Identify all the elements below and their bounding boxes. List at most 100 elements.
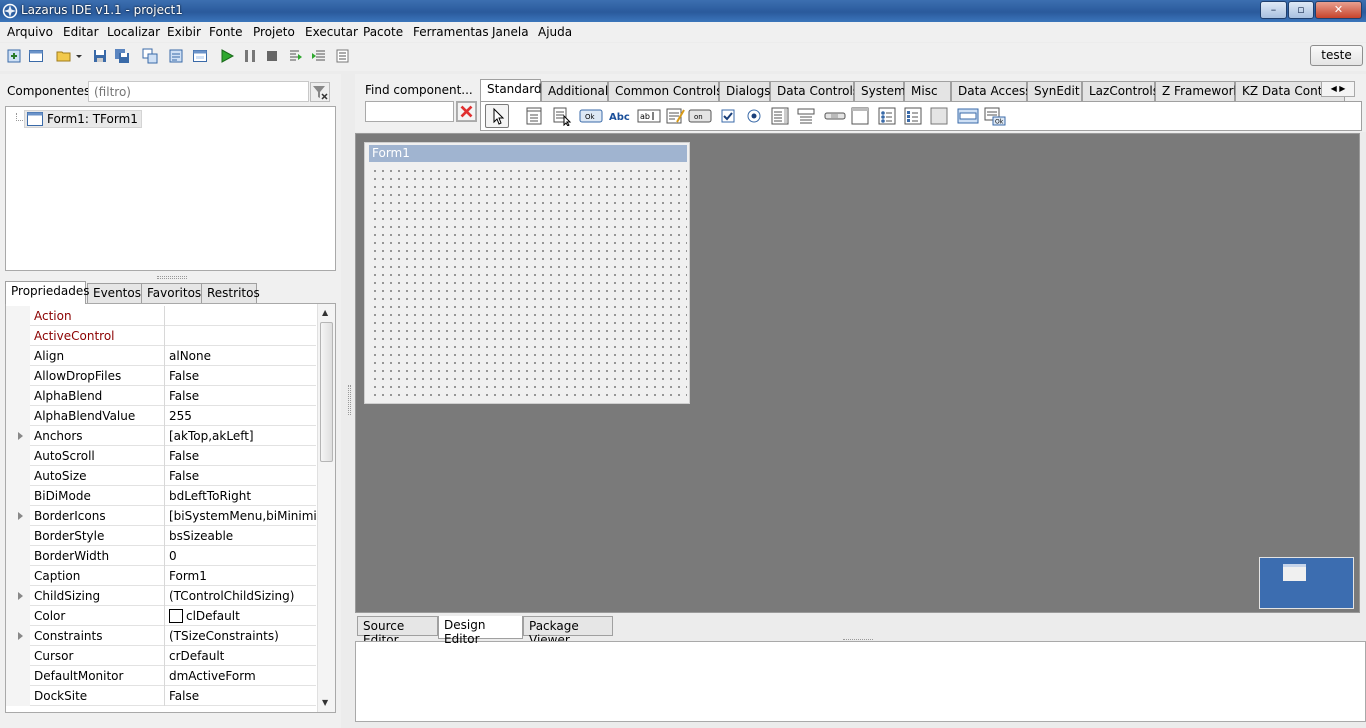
tradiogroup-icon[interactable]: [877, 106, 897, 126]
tactionlist-icon[interactable]: Ok: [983, 106, 1007, 126]
tab-propriedades[interactable]: Propriedades: [5, 281, 90, 304]
property-row[interactable]: BorderIcons[biSystemMenu,biMinimize,: [6, 506, 316, 526]
tcheckgroup-icon[interactable]: [903, 106, 923, 126]
tmainmenu-icon[interactable]: [525, 106, 545, 126]
view-units-icon[interactable]: [168, 48, 184, 64]
property-row[interactable]: BorderStyle bsSizeable: [6, 526, 316, 546]
form1-client-area[interactable]: [369, 165, 687, 401]
new-form-icon[interactable]: [28, 48, 44, 64]
property-row[interactable]: Action: [6, 306, 316, 326]
tab-misc[interactable]: Misc: [904, 81, 951, 101]
palette-tab-scroll[interactable]: ◀ ▶: [1321, 81, 1355, 97]
tab-common-controls[interactable]: Common Controls: [608, 81, 723, 101]
design-surface[interactable]: Form1: [355, 133, 1360, 613]
ttogglebox-icon[interactable]: on: [688, 106, 712, 126]
property-row[interactable]: Anchors [akTop,akLeft]: [6, 426, 316, 446]
property-row[interactable]: AutoScroll False: [6, 446, 316, 466]
scroll-down-icon[interactable]: ▼: [322, 698, 328, 707]
maximize-button[interactable]: ▫: [1288, 1, 1314, 19]
scroll-up-icon[interactable]: ▲: [322, 308, 328, 317]
tmemo-icon[interactable]: [665, 106, 685, 126]
tab-synedit[interactable]: SynEdit: [1027, 81, 1082, 101]
tab-package-viewer[interactable]: Package Viewer: [523, 616, 613, 647]
find-component-input[interactable]: [365, 101, 454, 122]
tree-node-form1[interactable]: Form1: TForm1: [24, 110, 142, 128]
expand-arrow-icon[interactable]: [18, 592, 23, 600]
menu-pacote[interactable]: Pacote: [363, 25, 403, 39]
tab-data-controls[interactable]: Data Controls: [770, 81, 859, 101]
menu-ajuda[interactable]: Ajuda: [538, 25, 572, 39]
tgroupbox-icon[interactable]: [850, 106, 870, 126]
tpanel-icon[interactable]: [929, 106, 949, 126]
property-row[interactable]: Caption Form1: [6, 566, 316, 586]
scroll-thumb[interactable]: [320, 322, 333, 462]
property-row[interactable]: AlphaBlend False: [6, 386, 316, 406]
tab-system[interactable]: System: [854, 81, 906, 101]
close-button[interactable]: ✕: [1315, 1, 1362, 19]
property-row[interactable]: Color clDefault: [6, 606, 316, 626]
expand-arrow-icon[interactable]: [18, 632, 23, 640]
step-into-icon[interactable]: [288, 48, 304, 64]
save-icon[interactable]: [92, 48, 108, 64]
menu-arquivo[interactable]: Arquivo: [7, 25, 53, 39]
designer-minimap[interactable]: [1259, 557, 1354, 609]
minimize-button[interactable]: –: [1260, 1, 1287, 19]
selection-tool[interactable]: [485, 104, 509, 128]
property-scrollbar[interactable]: ▲ ▼: [317, 304, 335, 712]
tcombobox-icon[interactable]: [796, 106, 816, 126]
run-icon[interactable]: [219, 48, 235, 64]
menu-janela[interactable]: Janela: [492, 25, 529, 39]
component-filter-input[interactable]: [88, 81, 309, 102]
menu-executar[interactable]: Executar: [305, 25, 358, 39]
property-row[interactable]: BiDiMode bdLeftToRight: [6, 486, 316, 506]
tbutton-icon[interactable]: Ok: [579, 106, 603, 126]
expand-arrow-icon[interactable]: [18, 512, 23, 520]
tab-z-framework[interactable]: Z Framework: [1155, 81, 1240, 101]
tab-source-editor[interactable]: Source Editor: [357, 616, 438, 647]
menu-exibir[interactable]: Exibir: [167, 25, 201, 39]
expand-arrow-icon[interactable]: [18, 432, 23, 440]
property-row[interactable]: AllowDropFiles False: [6, 366, 316, 386]
property-row[interactable]: ChildSizing (TControlChildSizing): [6, 586, 316, 606]
tpopupmenu-icon[interactable]: [552, 106, 572, 126]
clear-search-icon[interactable]: [456, 101, 477, 122]
property-row[interactable]: BorderWidth 0: [6, 546, 316, 566]
menu-fonte[interactable]: Fonte: [209, 25, 243, 39]
menu-editar[interactable]: Editar: [63, 25, 99, 39]
tab-dialogs[interactable]: Dialogs: [719, 81, 770, 101]
tframe-icon[interactable]: [956, 106, 980, 126]
step-out-icon[interactable]: [334, 48, 350, 64]
toggle-form-unit-icon[interactable]: [142, 48, 158, 64]
tab-favoritos[interactable]: Favoritos: [141, 283, 202, 303]
pause-icon[interactable]: [242, 48, 258, 64]
tlistbox-icon[interactable]: [770, 106, 790, 126]
tab-design-editor[interactable]: Design Editor: [438, 616, 523, 646]
open-folder-icon[interactable]: [56, 48, 72, 64]
vertical-splitter-grip[interactable]: [348, 385, 351, 415]
property-row[interactable]: Cursor crDefault: [6, 646, 316, 666]
tab-standard[interactable]: Standard: [480, 79, 542, 101]
property-row[interactable]: AlphaBlendValue 255: [6, 406, 316, 426]
step-over-icon[interactable]: [311, 48, 327, 64]
property-row[interactable]: Align alNone: [6, 346, 316, 366]
tab-additional[interactable]: Additional: [541, 81, 608, 101]
clear-filter-icon[interactable]: [310, 82, 330, 102]
stop-icon[interactable]: [264, 48, 280, 64]
save-all-icon[interactable]: [114, 48, 130, 64]
tscrollbar-icon[interactable]: [823, 106, 847, 126]
property-row[interactable]: DockSite False: [6, 686, 316, 706]
tradiobutton-icon[interactable]: [744, 106, 764, 126]
tab-lazcontrols[interactable]: LazControls: [1082, 81, 1159, 101]
tedit-icon[interactable]: ab: [637, 106, 661, 126]
view-forms-icon[interactable]: [192, 48, 208, 64]
tlabel-icon[interactable]: Abc: [608, 106, 632, 126]
menu-projeto[interactable]: Projeto: [253, 25, 295, 39]
new-unit-icon[interactable]: [6, 48, 22, 64]
teste-button[interactable]: teste: [1310, 45, 1363, 66]
menu-localizar[interactable]: Localizar: [107, 25, 160, 39]
property-row[interactable]: ActiveControl: [6, 326, 316, 346]
menu-ferramentas[interactable]: Ferramentas: [413, 25, 489, 39]
tab-data-access[interactable]: Data Access: [951, 81, 1032, 101]
property-row[interactable]: AutoSize False: [6, 466, 316, 486]
tab-restritos[interactable]: Restritos: [201, 283, 260, 303]
